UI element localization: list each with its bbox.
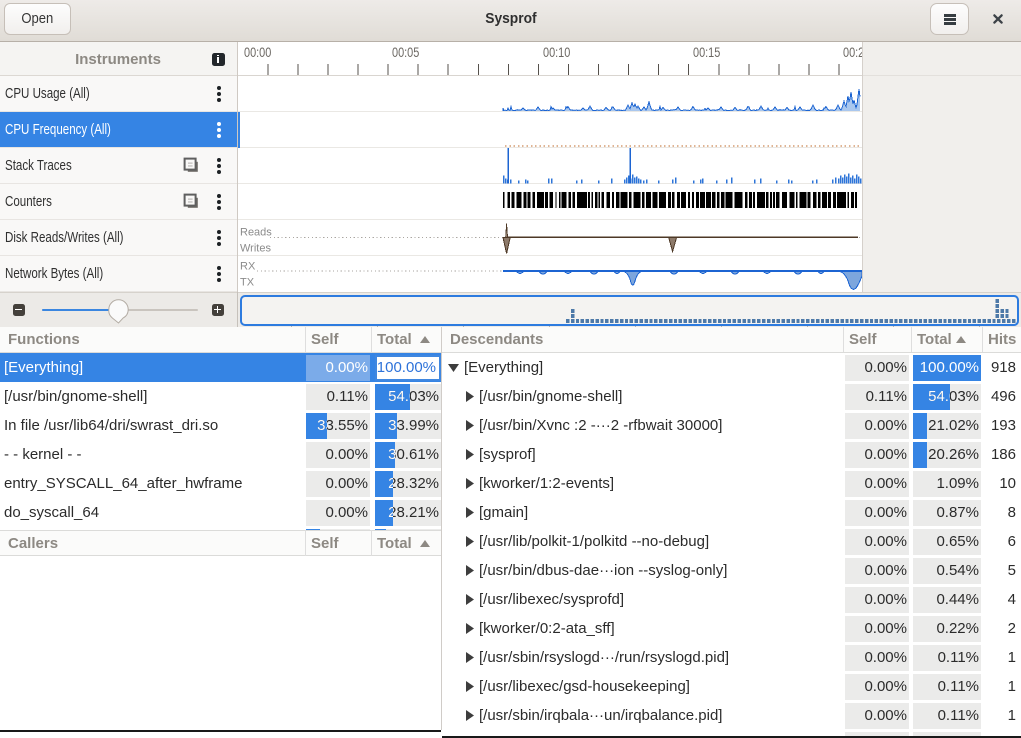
svg-text:Writes: Writes	[240, 243, 271, 255]
svg-text:RX: RX	[240, 261, 256, 273]
svg-text:Reads: Reads	[240, 227, 272, 239]
svg-text:TX: TX	[240, 277, 255, 289]
